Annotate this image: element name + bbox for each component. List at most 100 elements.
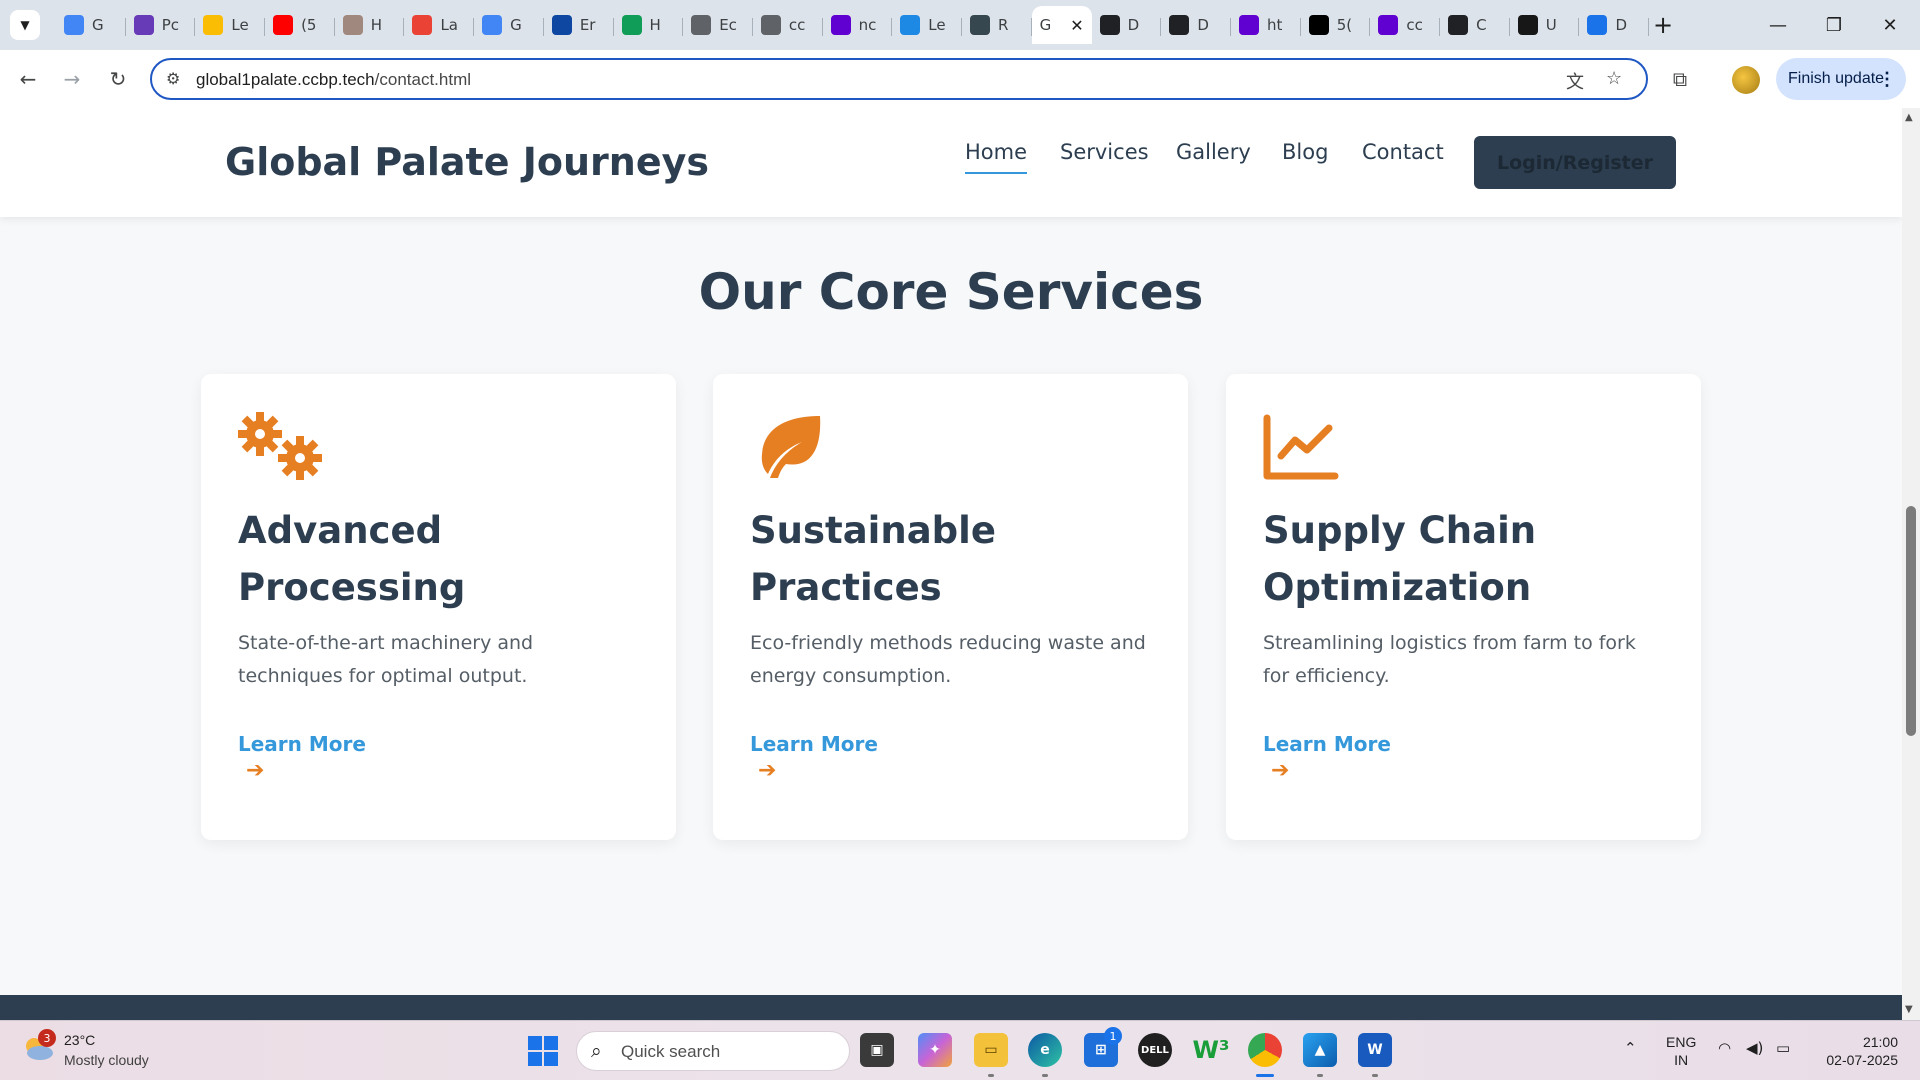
extensions-button[interactable]: ⧉ [1664,63,1696,95]
browser-tab-active[interactable]: G ✕ [1031,6,1092,44]
browser-tab[interactable]: Le [892,6,962,44]
github-icon [1517,15,1538,35]
login-register-button[interactable]: Login/Register [1474,136,1676,189]
browser-tab[interactable]: D [1579,6,1649,44]
browser-tab[interactable]: G [474,6,544,44]
page-scrollbar[interactable]: ▲ ▼ [1902,108,1920,1020]
arrow-right-icon[interactable]: ➔ [1271,758,1289,783]
copilot-icon[interactable]: ✦ [918,1033,952,1067]
browser-tab[interactable]: Er [544,6,614,44]
scroll-down-icon[interactable]: ▼ [1905,1004,1913,1015]
tab-title: cc [788,16,806,34]
active-app-indicator [1256,1074,1274,1077]
battery-icon[interactable]: ▭ [1776,1039,1790,1057]
language-indicator[interactable]: ENG IN [1666,1033,1696,1069]
url-text[interactable]: global1palate.ccbp.tech/contact.html [196,70,471,90]
system-clock[interactable]: 21:00 02-07-2025 [1818,1033,1898,1069]
tab-title: D [1127,16,1140,34]
finish-update-button[interactable]: Finish update ⋮ [1776,58,1906,100]
running-indicator [1042,1074,1048,1077]
browser-tab[interactable]: H [335,6,405,44]
browser-tab[interactable]: D [1092,6,1162,44]
browser-tab[interactable]: cc [753,6,823,44]
dell-icon[interactable]: DELL [1138,1033,1172,1067]
weather-condition[interactable]: Mostly cloudy [64,1052,149,1068]
browser-tab[interactable]: La [404,6,474,44]
minimize-button[interactable]: — [1750,0,1806,50]
yahoo-icon [830,15,851,35]
brand-logo[interactable]: Global Palate Journeys [225,140,709,184]
drive-icon [621,15,642,35]
learn-more-link[interactable]: Learn More [1263,732,1391,756]
task-view-icon[interactable]: ▣ [860,1033,894,1067]
close-window-button[interactable]: ✕ [1862,0,1918,50]
timer-icon [64,15,84,35]
windows-logo-tile [544,1052,558,1066]
page-viewport: Global Palate Journeys Home Services Gal… [0,108,1902,1020]
browser-tab[interactable]: ht [1231,6,1301,44]
card-title: Advanced Processing [238,509,466,609]
nav-services[interactable]: Services [1060,140,1149,164]
chrome-icon[interactable] [1248,1033,1282,1067]
wifi-icon[interactable]: ◠ [1718,1039,1731,1057]
chevron-down-icon: ▼ [20,18,30,32]
word-icon[interactable]: W [1358,1033,1392,1067]
photos-icon[interactable]: ▲ [1303,1033,1337,1067]
browser-tab[interactable]: H [614,6,684,44]
browser-tab[interactable]: Pc [126,6,196,44]
bag-icon [1308,15,1329,35]
back-button[interactable]: ← [12,63,44,95]
running-indicator [988,1074,994,1077]
tab-search-button[interactable]: ▼ [10,10,40,40]
profile-avatar[interactable] [1732,66,1760,94]
browser-tab[interactable]: cc [1370,6,1440,44]
volume-icon[interactable]: ◀) [1746,1039,1763,1057]
close-tab-icon[interactable]: ✕ [1070,16,1083,35]
browser-tab[interactable]: Le [195,6,265,44]
tab-title: R [997,16,1009,34]
show-hidden-icons-chevron-icon[interactable]: ⌃ [1624,1039,1637,1057]
card-text: Eco-friendly methods reducing waste and … [750,632,1146,687]
nav-blog[interactable]: Blog [1282,140,1328,164]
start-button[interactable] [528,1036,558,1066]
learn-more-link[interactable]: Learn More [238,732,366,756]
tab-title: Er [579,16,596,34]
w3-icon[interactable]: W³ [1193,1033,1230,1067]
reload-button[interactable]: ↻ [102,63,134,95]
site-settings-icon[interactable]: ⚙ [166,69,180,88]
browser-tab[interactable]: 5( [1301,6,1371,44]
browser-tab[interactable]: (5 [265,6,335,44]
taskbar-search[interactable]: ⌕ Quick search [576,1031,850,1071]
address-bar[interactable]: ⚙ global1palate.ccbp.tech/contact.html 文… [150,58,1648,100]
bookmark-star-icon[interactable]: ☆ [1606,68,1622,89]
search-placeholder: Quick search [621,1042,721,1061]
tab-title: Le [928,16,946,34]
learn-more-link[interactable]: Learn More [750,732,878,756]
browser-tab[interactable]: D [1161,6,1231,44]
weather-temperature[interactable]: 23°C [64,1032,95,1048]
forward-button[interactable]: → [56,63,88,95]
region-code: IN [1674,1052,1689,1068]
translate-icon[interactable]: 文 [1566,68,1584,94]
edge-icon[interactable]: e [1028,1033,1062,1067]
yahoo-icon [1378,15,1399,35]
browser-tab[interactable]: nc [823,6,893,44]
tab-title: nc [858,16,877,34]
scroll-thumb[interactable] [1906,506,1916,736]
arrow-right-icon[interactable]: ➔ [246,758,264,783]
file-explorer-icon[interactable]: ▭ [974,1033,1008,1067]
browser-tab[interactable]: Ec [683,6,753,44]
nav-gallery[interactable]: Gallery [1176,140,1251,164]
browser-tab[interactable]: C [1440,6,1510,44]
browser-tab[interactable]: U [1510,6,1580,44]
tab-title: G [1039,16,1052,34]
tab-title: cc [1406,16,1423,34]
new-tab-button[interactable]: + [1648,10,1678,40]
scroll-up-icon[interactable]: ▲ [1905,112,1913,123]
browser-tab[interactable]: G [56,6,126,44]
nav-home[interactable]: Home [965,140,1028,174]
browser-tab[interactable]: R [962,6,1032,44]
arrow-right-icon[interactable]: ➔ [758,758,776,783]
nav-contact[interactable]: Contact [1362,140,1444,164]
restore-button[interactable]: ❐ [1806,0,1862,50]
